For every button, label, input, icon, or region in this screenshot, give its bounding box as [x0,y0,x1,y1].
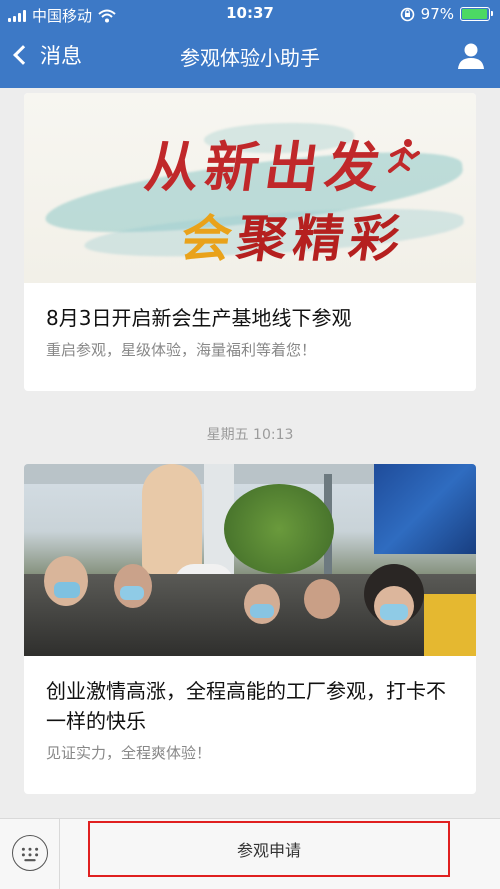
top-bar: 中国移动 10:37 97% 消息 参观体验小助手 [0,0,500,88]
banner-text-line1: 从新出发 [140,135,390,199]
runner-icon [388,139,420,173]
card-subtitle: 见证实力，全程爽体验！ [46,744,212,762]
article-card[interactable]: 从新出发 会聚精彩 8月3日开启新会生产基地线下参观 重启参观，星级体验，海量福… [24,93,476,391]
battery-icon [460,7,493,21]
card-title: 创业激情高涨，全程高能的工厂参观，打卡不一样的快乐 [46,679,446,733]
card-subtitle: 重启参观，星级体验，海量福利等着您！ [46,341,317,359]
status-bar: 中国移动 10:37 97% [0,0,500,28]
article-card[interactable]: 创业激情高涨，全程高能的工厂参观，打卡不一样的快乐 见证实力，全程爽体验！ [24,464,476,794]
keyboard-icon[interactable] [12,835,48,871]
rotation-lock-icon [400,7,414,21]
visit-photo [24,464,476,656]
banner-text-gold: 会 [177,209,242,268]
user-icon[interactable] [456,40,486,70]
visit-apply-button[interactable]: 参观申请 [88,821,450,877]
battery-percent: 97% [420,5,454,23]
banner-text-line2: 会聚精彩 [177,199,411,271]
card-title: 8月3日开启新会生产基地线下参观 [46,306,352,330]
bottom-menu-bar: 参观申请 [0,818,500,889]
divider [59,819,60,889]
nav-bar: 消息 参观体验小助手 [0,28,500,88]
battery-fill [462,9,488,19]
banner-image: 从新出发 会聚精彩 [24,93,476,283]
message-timestamp: 星期五 10:13 [206,427,294,443]
banner-text-rest: 聚精彩 [233,209,410,268]
page-title: 参观体验小助手 [180,46,320,70]
